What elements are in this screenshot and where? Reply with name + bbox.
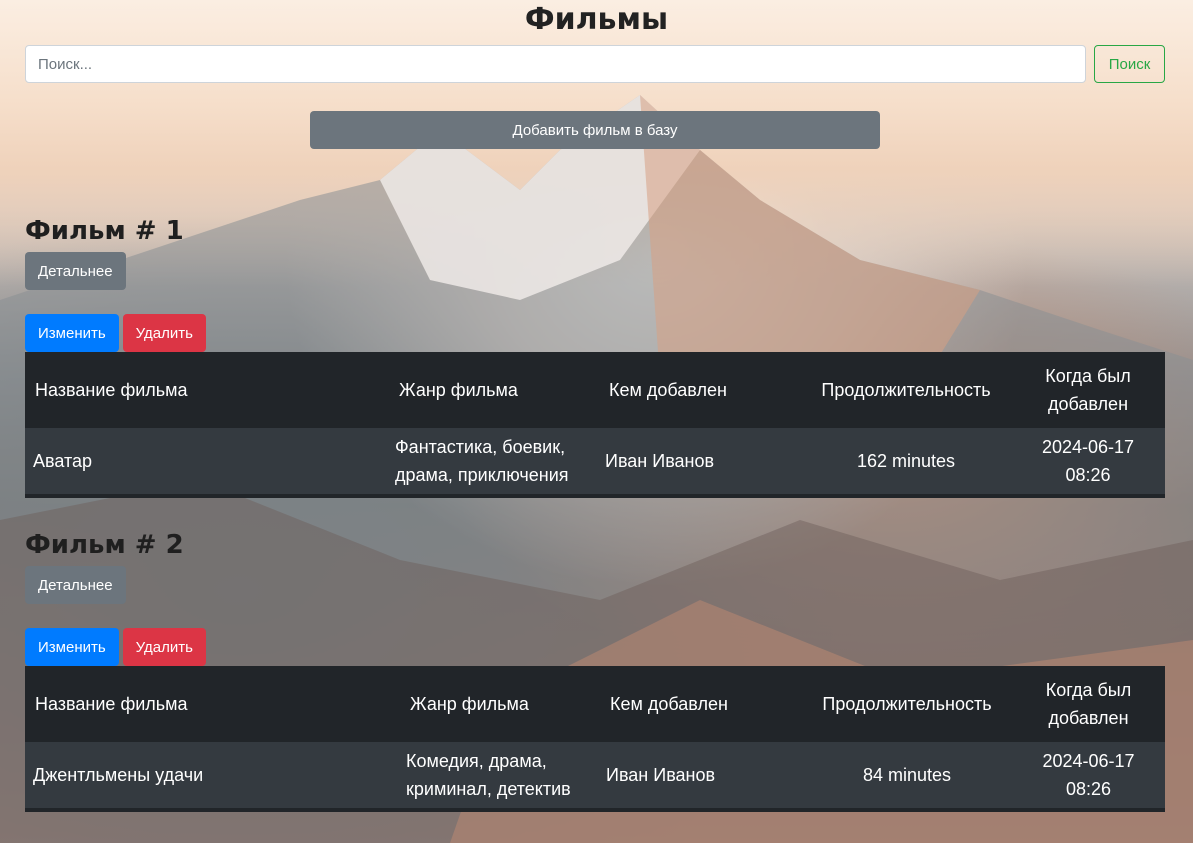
- search-button[interactable]: Поиск: [1094, 45, 1165, 83]
- column-header-title: Название фильма: [35, 694, 188, 714]
- delete-button[interactable]: Удалить: [122, 628, 206, 666]
- cell-genre: Комедия, драма, криминал, детектив: [400, 742, 600, 812]
- cell-added-by: Иван Иванов: [599, 428, 801, 498]
- film-heading: Фильм # 1: [25, 216, 184, 246]
- details-button[interactable]: Детальнее: [25, 566, 126, 604]
- cell-duration: 84 minutes: [802, 742, 1012, 812]
- column-header-title: Название фильма: [35, 380, 188, 400]
- column-header-duration: Продолжительность: [822, 694, 992, 714]
- cell-added-at: 2024-06-17 08:26: [1011, 428, 1165, 498]
- details-button[interactable]: Детальнее: [25, 252, 126, 290]
- cell-genre: Фантастика, боевик, драма, приключения: [389, 428, 599, 498]
- cell-title: Аватар: [25, 428, 389, 498]
- column-header-duration: Продолжительность: [821, 380, 991, 400]
- add-film-button[interactable]: Добавить фильм в базу: [310, 111, 880, 149]
- cell-title: Джентльмены удачи: [25, 742, 400, 812]
- page-title: Фильмы: [524, 2, 669, 37]
- table-header-row: Название фильма Жанр фильма Кем добавлен…: [25, 352, 1165, 428]
- film-card: Фильм # 2 Детальнее Изменить Удалить Назв…: [25, 528, 1165, 812]
- column-header-added-at: Когда был добавлен: [1045, 366, 1131, 414]
- film-heading: Фильм # 2: [25, 530, 184, 560]
- column-header-added-by: Кем добавлен: [610, 694, 728, 714]
- film-table: Название фильма Жанр фильма Кем добавлен…: [25, 666, 1165, 812]
- search-input[interactable]: [25, 45, 1086, 83]
- column-header-genre: Жанр фильма: [399, 380, 518, 400]
- table-row: Аватар Фантастика, боевик, драма, приклю…: [25, 428, 1165, 498]
- edit-button[interactable]: Изменить: [25, 628, 119, 666]
- table-row: Джентльмены удачи Комедия, драма, кримин…: [25, 742, 1165, 812]
- table-header-row: Название фильма Жанр фильма Кем добавлен…: [25, 666, 1165, 742]
- cell-duration: 162 minutes: [801, 428, 1011, 498]
- column-header-genre: Жанр фильма: [410, 694, 529, 714]
- column-header-added-by: Кем добавлен: [609, 380, 727, 400]
- film-card: Фильм # 1 Детальнее Изменить Удалить Назв…: [25, 214, 1165, 498]
- film-table: Название фильма Жанр фильма Кем добавлен…: [25, 352, 1165, 498]
- edit-button[interactable]: Изменить: [25, 314, 119, 352]
- cell-added-by: Иван Иванов: [600, 742, 802, 812]
- delete-button[interactable]: Удалить: [122, 314, 206, 352]
- cell-added-at: 2024-06-17 08:26: [1012, 742, 1165, 812]
- column-header-added-at: Когда был добавлен: [1045, 680, 1132, 728]
